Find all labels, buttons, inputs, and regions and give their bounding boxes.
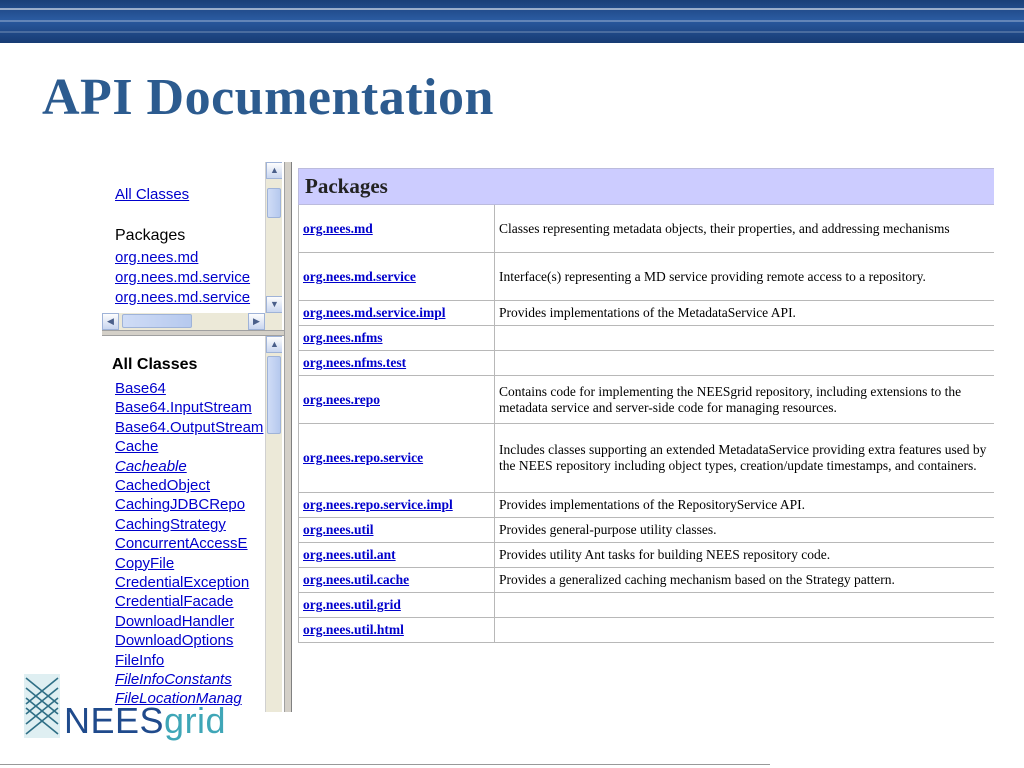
class-link[interactable]: CredentialFacade [115,593,233,610]
all-classes-heading: All Classes [112,356,198,373]
class-link[interactable]: Cacheable [115,458,187,475]
scroll-down-icon[interactable]: ▼ [266,296,282,313]
top-banner [0,0,1024,43]
package-row: org.nees.nfms.test [298,350,994,376]
package-name-cell: org.nees.nfms [298,325,495,351]
package-name-cell: org.nees.util.cache [298,567,495,593]
package-description: Interface(s) representing a MD service p… [494,252,994,301]
footer-line [0,764,770,765]
class-link[interactable]: DownloadOptions [115,632,233,649]
package-description: Provides implementations of the Metadata… [494,300,994,326]
class-link[interactable]: Base64.InputStream [115,399,252,416]
package-name-cell: org.nees.md [298,204,495,253]
overview-frame[interactable]: All Classes Packages org.nees.md org.nee… [102,162,282,330]
package-link[interactable]: org.nees.util.html [303,622,404,637]
scroll-up-icon[interactable]: ▲ [266,162,282,179]
package-description: Contains code for implementing the NEESg… [494,375,994,424]
package-name-cell: org.nees.repo [298,375,495,424]
package-link[interactable]: org.nees.util [303,522,374,537]
class-link[interactable]: CachedObject [115,477,210,494]
package-description: Provides implementations of the Reposito… [494,492,994,518]
scroll-thumb[interactable] [122,314,192,328]
package-row: org.nees.util.html [298,617,994,643]
package-row: org.nees.repo.service Includes classes su… [298,423,994,493]
packages-heading: Packages [115,227,186,244]
overview-package-link[interactable]: org.nees.md [115,249,198,266]
package-name-cell: org.nees.util.html [298,617,495,643]
package-row: org.nees.util Provides general-purpose ut… [298,517,994,543]
package-description: Provides a generalized caching mechanism… [494,567,994,593]
logo-mark-icon [24,674,60,738]
package-link[interactable]: org.nees.nfms [303,330,383,345]
package-link[interactable]: org.nees.md [303,221,373,236]
package-name-cell: org.nees.util.grid [298,592,495,618]
class-link[interactable]: Base64.OutputStream [115,419,263,436]
package-description [494,350,994,376]
package-link[interactable]: org.nees.repo [303,392,380,407]
scroll-left-icon[interactable]: ◀ [102,313,119,330]
logo-text: NEESgrid [64,700,226,742]
package-link[interactable]: org.nees.util.cache [303,572,409,587]
overview-horizontal-scrollbar[interactable]: ◀ ▶ [102,313,282,330]
scroll-thumb[interactable] [267,188,281,218]
package-description [494,325,994,351]
class-link[interactable]: ConcurrentAccessE [115,535,248,552]
package-row: org.nees.nfms [298,325,994,351]
classes-frame[interactable]: All Classes Base64 Base64.InputStream Base… [102,336,282,712]
package-name-cell: org.nees.util [298,517,495,543]
package-name-cell: org.nees.md.service.impl [298,300,495,326]
scroll-thumb[interactable] [267,356,281,434]
package-description [494,617,994,643]
classes-vertical-scrollbar[interactable]: ▲ [265,336,282,712]
package-row: org.nees.util.ant Provides utility Ant ta… [298,542,994,568]
package-description: Provides utility Ant tasks for building … [494,542,994,568]
package-row: org.nees.repo.service.impl Provides imple… [298,492,994,518]
package-row: org.nees.util.cache Provides a generalize… [298,567,994,593]
package-name-cell: org.nees.util.ant [298,542,495,568]
scroll-right-icon[interactable]: ▶ [248,313,265,330]
package-description: Includes classes supporting an extended … [494,423,994,493]
package-row: org.nees.md.service.impl Provides impleme… [298,300,994,326]
package-row: org.nees.util.grid [298,592,994,618]
packages-table-header: Packages [298,168,994,205]
package-link[interactable]: org.nees.md.service.impl [303,305,445,320]
slide-title: API Documentation [42,69,494,126]
logo-text-nees: NEES [64,700,165,741]
class-link[interactable]: CopyFile [115,555,174,572]
packages-table: Packages org.nees.md Classes representing… [298,168,994,643]
package-name-cell: org.nees.repo.service [298,423,495,493]
package-description: Provides general-purpose utility classes… [494,517,994,543]
package-name-cell: org.nees.repo.service.impl [298,492,495,518]
package-row: org.nees.repo Contains code for implement… [298,375,994,424]
package-name-cell: org.nees.md.service [298,252,495,301]
package-description: Classes representing metadata objects, t… [494,204,994,253]
frame-vertical-splitter[interactable] [284,162,292,712]
package-link[interactable]: org.nees.md.service [303,269,416,284]
package-link[interactable]: org.nees.util.ant [303,547,396,562]
overview-package-link[interactable]: org.nees.md.service [115,289,250,306]
class-link[interactable]: DownloadHandler [115,613,234,630]
logo-text-grid: grid [164,700,227,741]
class-link[interactable]: FileInfo [115,652,164,669]
class-link[interactable]: CredentialException [115,574,249,591]
overview-vertical-scrollbar[interactable]: ▲ ▼ [265,162,282,313]
overview-package-link[interactable]: org.nees.md.service [115,269,250,286]
packages-main-frame[interactable]: Packages org.nees.md Classes representing… [294,162,994,712]
package-link[interactable]: org.nees.util.grid [303,597,401,612]
class-link[interactable]: CachingJDBCRepo [115,496,245,513]
package-row: org.nees.md Classes representing metadata… [298,204,994,253]
package-link[interactable]: org.nees.nfms.test [303,355,406,370]
package-link[interactable]: org.nees.repo.service.impl [303,497,453,512]
neesgrid-logo: NEESgrid [24,674,274,744]
all-classes-link[interactable]: All Classes [115,186,189,203]
package-link[interactable]: org.nees.repo.service [303,450,423,465]
package-name-cell: org.nees.nfms.test [298,350,495,376]
class-link[interactable]: CachingStrategy [115,516,226,533]
scroll-up-icon[interactable]: ▲ [266,336,282,353]
package-description [494,592,994,618]
class-link[interactable]: Cache [115,438,158,455]
class-link[interactable]: Base64 [115,380,166,397]
package-row: org.nees.md.service Interface(s) represen… [298,252,994,301]
